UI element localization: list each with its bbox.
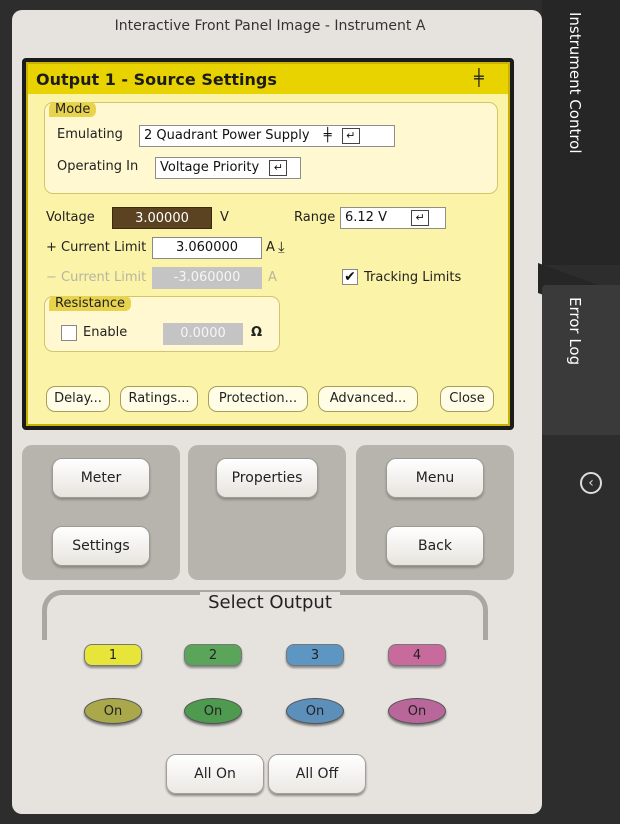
dialog-body: Output 1 - Source Settings ╪ Mode Emulat…: [26, 62, 510, 426]
select-output-title: Select Output: [0, 592, 540, 613]
emulating-value: 2 Quadrant Power Supply: [144, 128, 310, 143]
voltage-field[interactable]: 3.00000: [112, 207, 212, 229]
output-4-on-button[interactable]: On: [388, 698, 446, 724]
range-value: 6.12 V: [345, 210, 387, 225]
close-button[interactable]: Close: [440, 386, 494, 412]
resistance-group: Resistance Enable 0.0000 Ω: [44, 296, 280, 352]
operating-label: Operating In: [57, 159, 139, 174]
download-icon[interactable]: ⤓: [278, 238, 285, 256]
pos-current-field[interactable]: 3.060000: [152, 237, 262, 259]
output-3-on-button[interactable]: On: [286, 698, 344, 724]
mode-group-label: Mode: [49, 102, 97, 117]
tab-error-log-label: Error Log: [566, 297, 584, 366]
neg-current-field: -3.060000: [152, 267, 262, 289]
properties-button[interactable]: Properties: [216, 458, 318, 498]
operating-value: Voltage Priority: [160, 160, 260, 175]
range-label: Range: [294, 210, 336, 225]
output-3-button[interactable]: 3: [286, 644, 344, 666]
ratings-button[interactable]: Ratings...: [120, 386, 198, 412]
neg-current-unit: A: [268, 270, 277, 285]
voltage-unit: V: [220, 210, 229, 225]
protection-button[interactable]: Protection...: [208, 386, 308, 412]
operating-select[interactable]: Voltage Priority ↵: [155, 157, 301, 179]
output-4-button[interactable]: 4: [388, 644, 446, 666]
all-off-button[interactable]: All Off: [268, 754, 366, 794]
voltage-label: Voltage: [46, 210, 95, 225]
output-1-button[interactable]: 1: [84, 644, 142, 666]
tab-error-log[interactable]: Error Log: [542, 285, 620, 435]
output-2-button[interactable]: 2: [184, 644, 242, 666]
output-1-on-button[interactable]: On: [84, 698, 142, 724]
delay-button[interactable]: Delay...: [46, 386, 110, 412]
ohm-unit: Ω: [251, 325, 263, 340]
all-on-button[interactable]: All On: [166, 754, 264, 794]
emulating-label: Emulating: [57, 127, 123, 142]
dialog-header: Output 1 - Source Settings ╪: [28, 64, 508, 94]
tab-instrument-control-label: Instrument Control: [566, 12, 584, 154]
mode-group: Mode Emulating 2 Quadrant Power Supply ╪…: [44, 102, 498, 194]
pos-current-label: + Current Limit: [46, 240, 147, 255]
settings-button[interactable]: Settings: [52, 526, 150, 566]
menu-button[interactable]: Menu: [386, 458, 484, 498]
window-title: Interactive Front Panel Image - Instrume…: [114, 18, 426, 34]
back-button[interactable]: Back: [386, 526, 484, 566]
resistance-field: 0.0000: [163, 323, 243, 345]
tracking-limits-label: Tracking Limits: [364, 270, 462, 285]
output-2-on-button[interactable]: On: [184, 698, 242, 724]
resistance-enable-label: Enable: [83, 325, 128, 340]
enter-icon: ↵: [269, 159, 288, 176]
enter-icon: ↵: [341, 127, 360, 144]
chevron-left-icon[interactable]: ‹: [580, 472, 602, 494]
advanced-button[interactable]: Advanced...: [318, 386, 418, 412]
pos-current-unit: A: [266, 240, 275, 255]
tab-instrument-control[interactable]: Instrument Control: [542, 0, 620, 265]
neg-current-label: − Current Limit: [46, 270, 147, 285]
source-settings-dialog: Output 1 - Source Settings ╪ Mode Emulat…: [22, 58, 514, 430]
enter-icon: ↵: [411, 209, 430, 226]
meter-button[interactable]: Meter: [52, 458, 150, 498]
pin-icon: ╪: [323, 128, 332, 143]
resistance-group-label: Resistance: [49, 296, 132, 311]
range-select[interactable]: 6.12 V ↵: [340, 207, 446, 229]
pin-icon[interactable]: ╪: [474, 68, 484, 87]
emulating-select[interactable]: 2 Quadrant Power Supply ╪ ↵: [139, 125, 395, 147]
tracking-limits-checkbox[interactable]: ✔: [342, 269, 358, 285]
resistance-enable-checkbox[interactable]: [61, 325, 77, 341]
dialog-title: Output 1 - Source Settings: [36, 70, 277, 89]
